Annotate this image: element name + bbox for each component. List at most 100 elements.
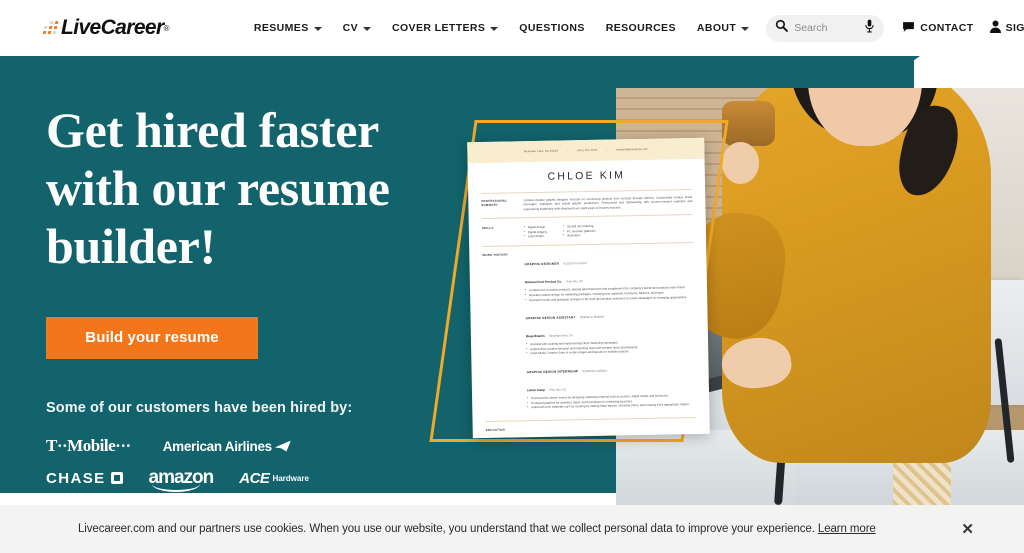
signin-label: SIGN IN — [1005, 22, 1024, 34]
resume-divider — [482, 241, 694, 247]
list-item: Logo design — [524, 234, 547, 239]
brand-label-ace-hardware-sub: Hardware — [272, 473, 309, 483]
cookie-consent-banner: Livecareer.com and our partners use cook… — [0, 505, 1024, 553]
nav-item-resumes[interactable]: RESUMES — [254, 22, 322, 34]
close-icon[interactable]: ✕ — [961, 520, 974, 538]
resume-job-location: Palo Alto, CA — [549, 387, 567, 392]
search-input[interactable] — [794, 22, 861, 34]
hero-section: Mountain View, CA 94043 | (555) 555-5555… — [0, 56, 1024, 505]
brand-logo-american-airlines: American Airlines — [163, 439, 291, 454]
nav-label-cv: CV — [342, 22, 358, 34]
nav-item-resources[interactable]: RESOURCES — [606, 22, 676, 34]
page-title: Get hired faster with our resume builder… — [46, 101, 476, 275]
resume-divider — [485, 416, 697, 422]
nav-item-about[interactable]: ABOUT — [696, 22, 750, 34]
resume-candidate-name: CHLOE KIM — [547, 169, 626, 183]
site-header: LiveCareer ® RESUMES CV COVER LETTERS QU… — [0, 0, 1024, 56]
logo-dots-icon — [42, 21, 60, 35]
cookie-banner-text: Livecareer.com and our partners use cook… — [78, 523, 815, 535]
logo-registered-mark: ® — [163, 23, 170, 33]
hero-heading-line-1: Get hired faster — [46, 102, 380, 158]
photo-woman-hand-upper — [722, 142, 759, 184]
nav-item-questions[interactable]: QUESTIONS — [519, 22, 584, 34]
nav-label-resources: RESOURCES — [605, 22, 676, 34]
customer-logo-row-1: T··Mobile··· American Airlines — [46, 436, 356, 456]
user-icon — [989, 20, 1001, 36]
resume-job-entry: GRAPHIC DESIGNER 01/2019 to Current Nati… — [524, 249, 694, 302]
contact-label: CONTACT — [920, 22, 974, 34]
resume-job-location: Mountain View, CA — [549, 333, 573, 338]
resume-section-body: GRAPHIC DESIGNER 01/2019 to Current Nati… — [524, 249, 696, 414]
contact-link[interactable]: CONTACT — [902, 21, 973, 36]
chevron-down-icon — [363, 27, 371, 31]
resume-section-body: Creative-minded graphic designer focused… — [523, 195, 692, 212]
brand-logo-amazon: amazon — [149, 467, 214, 492]
nav-label-about: ABOUT — [696, 22, 737, 34]
customer-logo-row-2: CHASE amazon ACE Hardware — [46, 467, 356, 492]
resume-contact-bar: Mountain View, CA 94043 | (555) 555-5555… — [467, 137, 705, 164]
resume-job-title: GRAPHIC DESIGN INTERNSHIP — [526, 369, 579, 375]
resume-section-skills: Skills Digital design Digital imagery Lo… — [469, 222, 706, 240]
resume-preview-card[interactable]: Mountain View, CA 94043 | (555) 555-5555… — [467, 137, 710, 439]
resume-section-work-history: Work History GRAPHIC DESIGNER 01/2019 to… — [469, 249, 709, 415]
chevron-down-icon — [490, 27, 499, 31]
resume-job-entry: GRAPHIC DESIGN INTERNSHIP 01/2013 to 12/… — [526, 357, 696, 410]
resume-job-company: Mega Brands — [525, 333, 545, 339]
main-nav: RESUMES CV COVER LETTERS QUESTIONS RESOU… — [254, 22, 750, 34]
resume-skills-columns: Digital design Digital imagery Logo desi… — [524, 222, 693, 239]
resume-section-summary: Professional Summary Creative-minded gra… — [468, 194, 705, 212]
build-your-resume-button[interactable]: Build your resume — [46, 317, 258, 359]
cookie-learn-more-link[interactable]: Learn more — [818, 523, 876, 535]
brand-logo-chase: CHASE — [46, 470, 123, 487]
logo-text: LiveCareer — [61, 16, 164, 39]
resume-job-location: Palo Alto, CA — [566, 279, 584, 284]
resume-section-label: Professional Summary — [481, 198, 508, 208]
brand-label-chase: CHASE — [46, 469, 106, 487]
brand-logo-ace-hardware: ACE Hardware — [239, 470, 309, 487]
resume-section-body: Digital design Digital imagery Logo desi… — [524, 222, 693, 239]
customer-logos: T··Mobile··· American Airlines CHASE ama… — [46, 436, 356, 492]
hero-heading-line-3: builder! — [46, 218, 216, 274]
signin-link[interactable]: SIGN IN — [989, 20, 1024, 36]
resume-skills-col-2: 2D and 3D modeling PC and Mac platforms … — [563, 224, 596, 238]
search-icon — [775, 19, 789, 37]
page-root: LiveCareer ® RESUMES CV COVER LETTERS QU… — [0, 0, 1024, 553]
resume-contact-separator: | — [567, 148, 568, 153]
resume-job-dates: 02/2016 to 05/2019 — [579, 314, 605, 320]
nav-item-cover-letters[interactable]: COVER LETTERS — [392, 22, 499, 34]
resume-divider — [481, 188, 693, 194]
eagle-wing-icon — [274, 440, 291, 452]
resume-job-title: GRAPHIC DESIGN ASSISTANT — [525, 315, 576, 321]
nav-label-resumes: RESUMES — [253, 22, 309, 34]
search-box[interactable] — [766, 14, 885, 42]
brand-label-american-airlines: American Airlines — [162, 438, 273, 454]
resume-section-label: Skills — [481, 225, 494, 231]
resume-contact-address: Mountain View, CA 94043 — [523, 149, 559, 154]
chevron-down-icon — [313, 27, 322, 31]
resume-section-label: Education — [485, 427, 505, 433]
list-item: Illustration — [563, 233, 596, 238]
resume-job-title: GRAPHIC DESIGNER — [524, 261, 560, 267]
header-actions: CONTACT SIGN IN — [902, 20, 1024, 36]
hero-heading-line-2: with our resume — [46, 160, 390, 216]
resume-job-company: Lamar Camp — [526, 387, 546, 393]
resume-skills-col-1: Digital design Digital imagery Logo desi… — [524, 225, 547, 239]
nav-label-questions: QUESTIONS — [519, 22, 585, 34]
cookie-banner-text-wrapper: Livecareer.com and our partners use cook… — [78, 523, 876, 535]
chat-bubble-icon — [902, 21, 915, 36]
resume-section-label: Work History — [482, 252, 509, 258]
hero-content: Get hired faster with our resume builder… — [46, 101, 476, 492]
customers-label: Some of our customers have been hired by… — [46, 400, 353, 416]
resume-job-company: National Fruit Product Co. — [524, 279, 563, 285]
resume-contact-email: example@example.com — [616, 147, 648, 152]
photo-coffee-mug — [722, 100, 776, 147]
livecareer-logo[interactable]: LiveCareer ® — [42, 16, 170, 40]
resume-job-entry: GRAPHIC DESIGN ASSISTANT 02/2016 to 05/2… — [525, 303, 695, 356]
chase-octagon-icon — [110, 472, 123, 484]
nav-item-cv[interactable]: CV — [343, 22, 371, 34]
microphone-icon[interactable] — [864, 19, 875, 38]
brand-label-ace: ACE — [239, 469, 270, 487]
brand-logo-t-mobile: T··Mobile··· — [46, 436, 131, 455]
resume-job-dates: 01/2013 to 12/2014 — [582, 368, 607, 374]
resume-contact-separator: | — [606, 148, 608, 153]
